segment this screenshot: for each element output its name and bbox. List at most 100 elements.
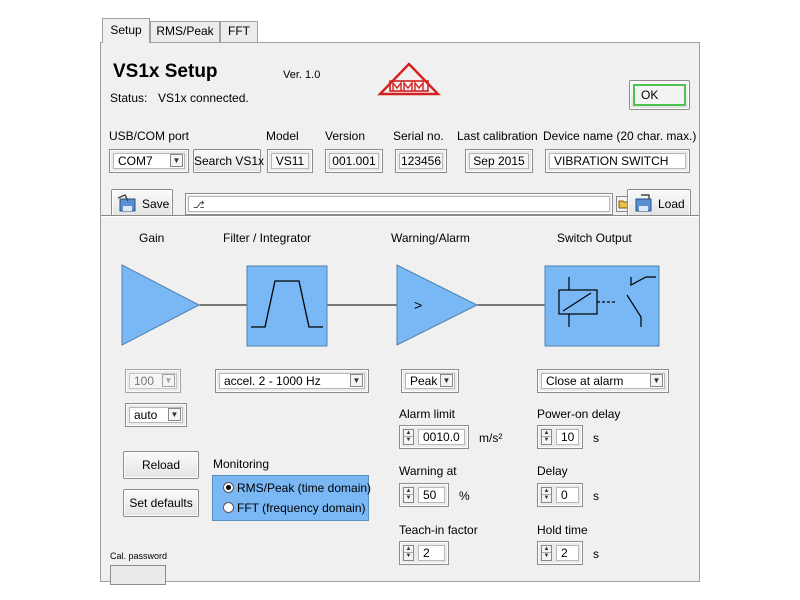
model-field: VS11: [267, 149, 313, 173]
company-logo: [377, 62, 441, 96]
alarm-limit-value: 0010.0: [418, 429, 465, 445]
gain-mode-select[interactable]: auto ▼: [125, 403, 187, 427]
delay-unit: s: [593, 489, 599, 503]
teach-in-field[interactable]: ▲ ▼ 2: [399, 541, 449, 565]
load-disk-icon: [635, 194, 652, 212]
gain-select[interactable]: 100 ▼: [125, 369, 181, 393]
relay-switch-icon: [544, 265, 660, 347]
power-on-delay-unit: s: [593, 431, 599, 445]
warning-at-value: 50: [418, 487, 445, 503]
file-path-field[interactable]: ⎇: [185, 193, 634, 215]
stepper-icon[interactable]: ▲ ▼: [541, 487, 552, 503]
cal-password-label: Cal. password: [110, 551, 168, 561]
hold-time-value: 2: [556, 545, 579, 561]
delay-label: Delay: [537, 464, 568, 478]
tab-setup[interactable]: Setup: [102, 18, 150, 43]
load-button[interactable]: Load: [627, 189, 691, 217]
switch-mode-value: Close at alarm: [541, 373, 665, 389]
save-button[interactable]: Save: [111, 189, 173, 217]
stepper-icon[interactable]: ▲ ▼: [403, 487, 414, 503]
stepper-icon[interactable]: ▲ ▼: [403, 545, 414, 561]
save-label: Save: [142, 197, 170, 211]
path-separator-icon: ⎇: [193, 200, 205, 211]
stepper-icon[interactable]: ▲ ▼: [541, 429, 552, 445]
chevron-down-icon[interactable]: ▼: [350, 374, 363, 387]
status-value: VS1x connected.: [158, 91, 249, 105]
port-select[interactable]: COM7 ▼: [109, 149, 189, 173]
bandpass-filter-icon: [246, 265, 328, 347]
power-on-delay-value: 10: [556, 429, 579, 445]
ok-button[interactable]: OK: [629, 80, 690, 110]
teach-in-label: Teach-in factor: [399, 523, 478, 537]
chevron-down-icon[interactable]: ▼: [650, 374, 663, 387]
switch-output-heading: Switch Output: [557, 231, 632, 245]
calibration-field: Sep 2015: [465, 149, 533, 173]
delay-value: 0: [556, 487, 579, 503]
save-disk-icon: [117, 194, 136, 212]
set-defaults-button[interactable]: Set defaults: [123, 489, 199, 517]
radio-dot-icon: [223, 482, 234, 493]
reload-button[interactable]: Reload: [123, 451, 199, 479]
alarm-mode-select[interactable]: Peak ▼: [401, 369, 459, 393]
signal-flow-diagram: >: [121, 264, 660, 347]
divider: [101, 215, 699, 217]
teach-in-value: 2: [418, 545, 445, 561]
gain-heading: Gain: [139, 231, 165, 245]
radio-fft-label: FFT (frequency domain): [237, 501, 366, 515]
setup-panel: VS1x Setup Ver. 1.0 Status: VS1x connect…: [100, 42, 700, 585]
warning-at-field[interactable]: ▲ ▼ 50: [399, 483, 449, 507]
hold-time-field[interactable]: ▲ ▼ 2: [537, 541, 583, 565]
status-label: Status:: [110, 91, 148, 105]
hold-time-label: Hold time: [537, 523, 588, 537]
alarm-limit-unit: m/s²: [479, 431, 503, 445]
comparator-symbol: >: [414, 297, 422, 313]
device-name-label: Device name (20 char. max.): [543, 129, 697, 143]
device-name-value: VIBRATION SWITCH: [549, 153, 686, 169]
chevron-down-icon[interactable]: ▼: [440, 374, 453, 387]
filter-value: accel. 2 - 1000 Hz: [219, 373, 365, 389]
radio-rms-peak-label: RMS/Peak (time domain): [237, 481, 372, 495]
cal-password-value: [111, 566, 165, 584]
stepper-icon[interactable]: ▲ ▼: [403, 429, 414, 445]
alarm-limit-label: Alarm limit: [399, 407, 455, 421]
filter-select[interactable]: accel. 2 - 1000 Hz ▼: [215, 369, 369, 393]
calibration-label: Last calibration: [457, 129, 538, 143]
version-field: 001.001: [325, 149, 383, 173]
ok-label: OK: [633, 84, 686, 106]
serial-value: 123456: [399, 153, 443, 169]
power-on-delay-field[interactable]: ▲ ▼ 10: [537, 425, 583, 449]
radio-fft[interactable]: FFT (frequency domain): [223, 501, 366, 515]
device-name-field[interactable]: VIBRATION SWITCH: [545, 149, 690, 173]
model-value: VS11: [271, 153, 309, 169]
warning-at-unit: %: [459, 489, 470, 503]
chevron-down-icon[interactable]: ▼: [168, 408, 181, 421]
cal-password-field[interactable]: [110, 565, 166, 585]
delay-field[interactable]: ▲ ▼ 0: [537, 483, 583, 507]
setup-window: Setup RMS/Peak FFT VS1x Setup Ver. 1.0 S…: [100, 18, 700, 585]
power-on-delay-label: Power-on delay: [537, 407, 621, 421]
stepper-icon[interactable]: ▲ ▼: [541, 545, 552, 561]
chevron-down-icon[interactable]: ▼: [162, 374, 175, 387]
serial-field: 123456: [395, 149, 447, 173]
search-vs1x-button[interactable]: Search VS1x: [193, 149, 264, 173]
filter-heading: Filter / Integrator: [223, 231, 312, 245]
comparator-icon: >: [396, 264, 479, 346]
calibration-value: Sep 2015: [469, 153, 529, 169]
chevron-down-icon[interactable]: ▼: [170, 154, 183, 167]
tab-rms-peak[interactable]: RMS/Peak: [150, 21, 220, 42]
serial-label: Serial no.: [393, 129, 444, 143]
version-value: 001.001: [329, 153, 379, 169]
alarm-limit-field[interactable]: ▲ ▼ 0010.0: [399, 425, 469, 449]
switch-mode-select[interactable]: Close at alarm ▼: [537, 369, 669, 393]
tab-fft[interactable]: FFT: [220, 21, 258, 42]
hold-time-unit: s: [593, 547, 599, 561]
tab-strip: Setup RMS/Peak FFT: [100, 18, 700, 43]
monitoring-radio-group: RMS/Peak (time domain) FFT (frequency do…: [212, 475, 371, 521]
port-label: USB/COM port: [109, 129, 190, 143]
warning-at-label: Warning at: [399, 464, 457, 478]
gain-amplifier-icon: [121, 264, 201, 346]
radio-rms-peak[interactable]: RMS/Peak (time domain): [223, 481, 371, 495]
model-label: Model: [266, 129, 299, 143]
version-text: Ver. 1.0: [283, 69, 321, 81]
warning-alarm-heading: Warning/Alarm: [391, 231, 470, 245]
